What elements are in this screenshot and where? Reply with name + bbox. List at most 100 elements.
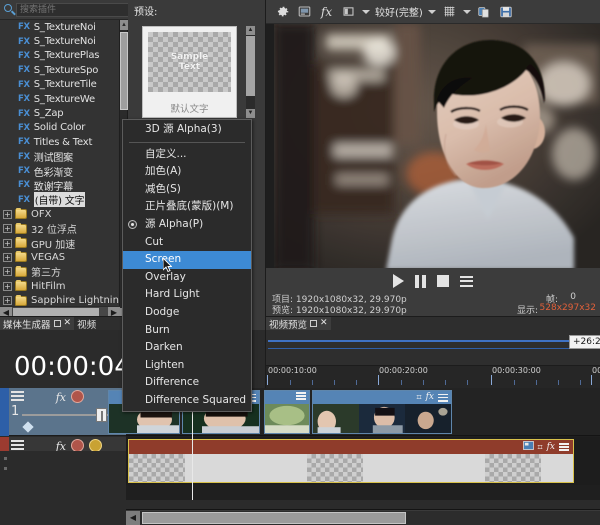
event-fx-icon[interactable]: fx — [547, 442, 555, 453]
expand-icon[interactable]: + — [3, 252, 12, 262]
expand-icon[interactable]: + — [3, 296, 12, 306]
pan-crop-icon[interactable]: ⌗ — [417, 392, 422, 403]
list-item[interactable]: FX 色彩渐变 — [0, 164, 120, 179]
menu-item-subtract[interactable]: 减色(S) — [123, 181, 251, 199]
list-item[interactable]: FX 致谢字幕 — [0, 178, 120, 193]
list-item[interactable]: FX Titles & Text — [0, 135, 120, 149]
restore-icon[interactable] — [310, 320, 318, 327]
tree-folder-thirdparty[interactable]: + 第三方 — [0, 265, 120, 279]
timeline-clip-selected[interactable]: ⌗ fx — [128, 439, 574, 483]
menu-item-source-alpha[interactable]: 源 Alpha(P) — [123, 216, 251, 234]
preview-quality-label[interactable]: 较好(完整) — [375, 4, 423, 19]
expand-icon[interactable]: + — [3, 238, 12, 248]
list-item[interactable]: FX S_TextureWe — [0, 92, 120, 106]
project-properties-icon[interactable] — [296, 3, 313, 20]
play-icon[interactable] — [393, 274, 404, 288]
list-item-selected[interactable]: FX (自带) 文字 — [0, 192, 120, 208]
preset-vertical-scrollbar[interactable]: ▲ ▼ — [246, 26, 255, 118]
tree-folder-32bit[interactable]: + 32 位浮点 — [0, 221, 120, 236]
event-menu-icon[interactable] — [296, 392, 306, 400]
track-menu-icon[interactable] — [11, 440, 24, 450]
chevron-down-icon[interactable] — [362, 9, 370, 14]
track-level-handle[interactable] — [96, 408, 107, 422]
timeline-selection-bar[interactable]: +26:20 — [266, 330, 600, 366]
chevron-down-icon[interactable] — [427, 9, 436, 14]
scrollbar-thumb[interactable] — [142, 511, 406, 524]
compositing-mode-context-menu[interactable]: 3D 源 Alpha(3) 自定义... 加色(A) 减色(S) 正片叠底(蒙版… — [122, 119, 252, 412]
fx-icon[interactable]: fx — [318, 3, 335, 20]
menu-item-darken[interactable]: Darken — [123, 339, 251, 357]
scrollbar-thumb[interactable] — [120, 32, 128, 110]
gear-icon[interactable] — [274, 3, 291, 20]
plugin-effects-list[interactable]: FX S_TextureNoi FX S_TextureNoi FX S_Tex… — [0, 20, 120, 318]
menu-item-burn[interactable]: Burn — [123, 322, 251, 340]
tree-folder-vegas[interactable]: + VEGAS — [0, 250, 120, 264]
close-icon[interactable]: ✕ — [320, 319, 328, 328]
list-item[interactable]: FX 测试图案 — [0, 150, 120, 165]
menu-item-hard-light[interactable]: Hard Light — [123, 286, 251, 304]
timeline-clip[interactable]: ⌗ fx — [312, 390, 452, 434]
track-fx-icon[interactable]: fx — [56, 391, 66, 404]
tree-folder-gpu[interactable]: + GPU 加速 — [0, 236, 120, 251]
event-menu-icon[interactable] — [438, 393, 448, 402]
menu-item-difference-squared[interactable]: Difference Squared — [123, 392, 251, 410]
list-item[interactable]: FX Solid Color — [0, 121, 120, 135]
expand-icon[interactable]: + — [3, 281, 12, 291]
list-item[interactable]: FX S_TextureNoi — [0, 34, 120, 48]
stop-icon[interactable] — [437, 275, 449, 287]
media-icon[interactable] — [522, 441, 534, 453]
scrollbar-thumb[interactable] — [246, 36, 255, 96]
list-item[interactable]: FX S_Zap — [0, 106, 120, 120]
selection-range-line[interactable] — [268, 340, 570, 342]
grid-icon[interactable] — [441, 3, 458, 20]
list-item[interactable]: FX S_TextureSpo — [0, 63, 120, 77]
menu-item-3d-source-alpha[interactable]: 3D 源 Alpha(3) — [123, 121, 251, 139]
expand-icon[interactable]: + — [3, 209, 12, 219]
menu-item-custom[interactable]: 自定义... — [123, 146, 251, 164]
list-item[interactable]: FX S_TexturePlas — [0, 49, 120, 63]
timeline-horizontal-scrollbar[interactable]: ◀ — [126, 509, 600, 525]
menu-item-difference[interactable]: Difference — [123, 374, 251, 392]
track-mute-icon[interactable] — [71, 390, 84, 403]
save-snapshot-icon[interactable] — [498, 3, 515, 20]
tree-folder-hitfilm[interactable]: + HitFilm — [0, 279, 120, 293]
menu-item-cut[interactable]: Cut — [123, 234, 251, 252]
menu-item-multiply-mask[interactable]: 正片叠底(蒙版)(M) — [123, 198, 251, 216]
expand-icon[interactable]: + — [3, 267, 12, 277]
split-screen-icon[interactable] — [340, 3, 357, 20]
tab-video-preview[interactable]: 视频预览 ✕ — [266, 317, 331, 331]
menu-item-screen[interactable]: Screen — [123, 251, 251, 273]
track-menu-icon[interactable] — [11, 391, 24, 401]
timeline-track-row-2[interactable]: ⌗ fx — [126, 437, 600, 485]
scroll-up-arrow-icon[interactable]: ▲ — [246, 26, 255, 35]
menu-item-add[interactable]: 加色(A) — [123, 163, 251, 181]
track-level-slider[interactable] — [22, 408, 110, 422]
event-fx-icon[interactable]: fx — [426, 392, 434, 403]
scroll-left-arrow-icon[interactable]: ◀ — [126, 510, 140, 525]
track-keyframe-icon[interactable] — [22, 421, 34, 433]
menu-item-lighten[interactable]: Lighten — [123, 357, 251, 375]
scroll-down-arrow-icon[interactable]: ▼ — [246, 109, 255, 118]
menu-item-overlay[interactable]: Overlay — [123, 269, 251, 287]
search-input[interactable] — [16, 2, 144, 17]
tree-folder-ofx[interactable]: + OFX — [0, 207, 120, 221]
list-item[interactable]: FX S_TextureTile — [0, 78, 120, 92]
timeline-ruler[interactable]: 00:00:10:00 00:00:20:00 00:00:30:00 00 — [266, 366, 600, 388]
tab-media-generators[interactable]: 媒体生成器 ✕ — [0, 317, 75, 331]
chevron-down-icon[interactable] — [462, 9, 471, 14]
timeline-clip[interactable] — [264, 390, 310, 434]
restore-icon[interactable] — [53, 320, 61, 327]
tab-video[interactable]: 视频 — [74, 317, 99, 331]
pan-crop-icon[interactable]: ⌗ — [538, 442, 543, 453]
preset-item[interactable]: Sample Text 默认文字 — [142, 26, 237, 118]
menu-item-dodge[interactable]: Dodge — [123, 304, 251, 322]
copy-snapshot-icon[interactable] — [476, 3, 493, 20]
list-icon[interactable] — [460, 275, 473, 287]
expand-icon[interactable]: + — [3, 224, 12, 234]
scrollbar-track[interactable] — [140, 510, 600, 525]
close-icon[interactable]: ✕ — [64, 319, 72, 328]
scroll-up-arrow-icon[interactable]: ▲ — [120, 20, 128, 30]
event-menu-icon[interactable] — [559, 443, 569, 451]
pause-icon[interactable] — [415, 274, 426, 288]
list-item[interactable]: FX S_TextureNoi — [0, 20, 120, 34]
